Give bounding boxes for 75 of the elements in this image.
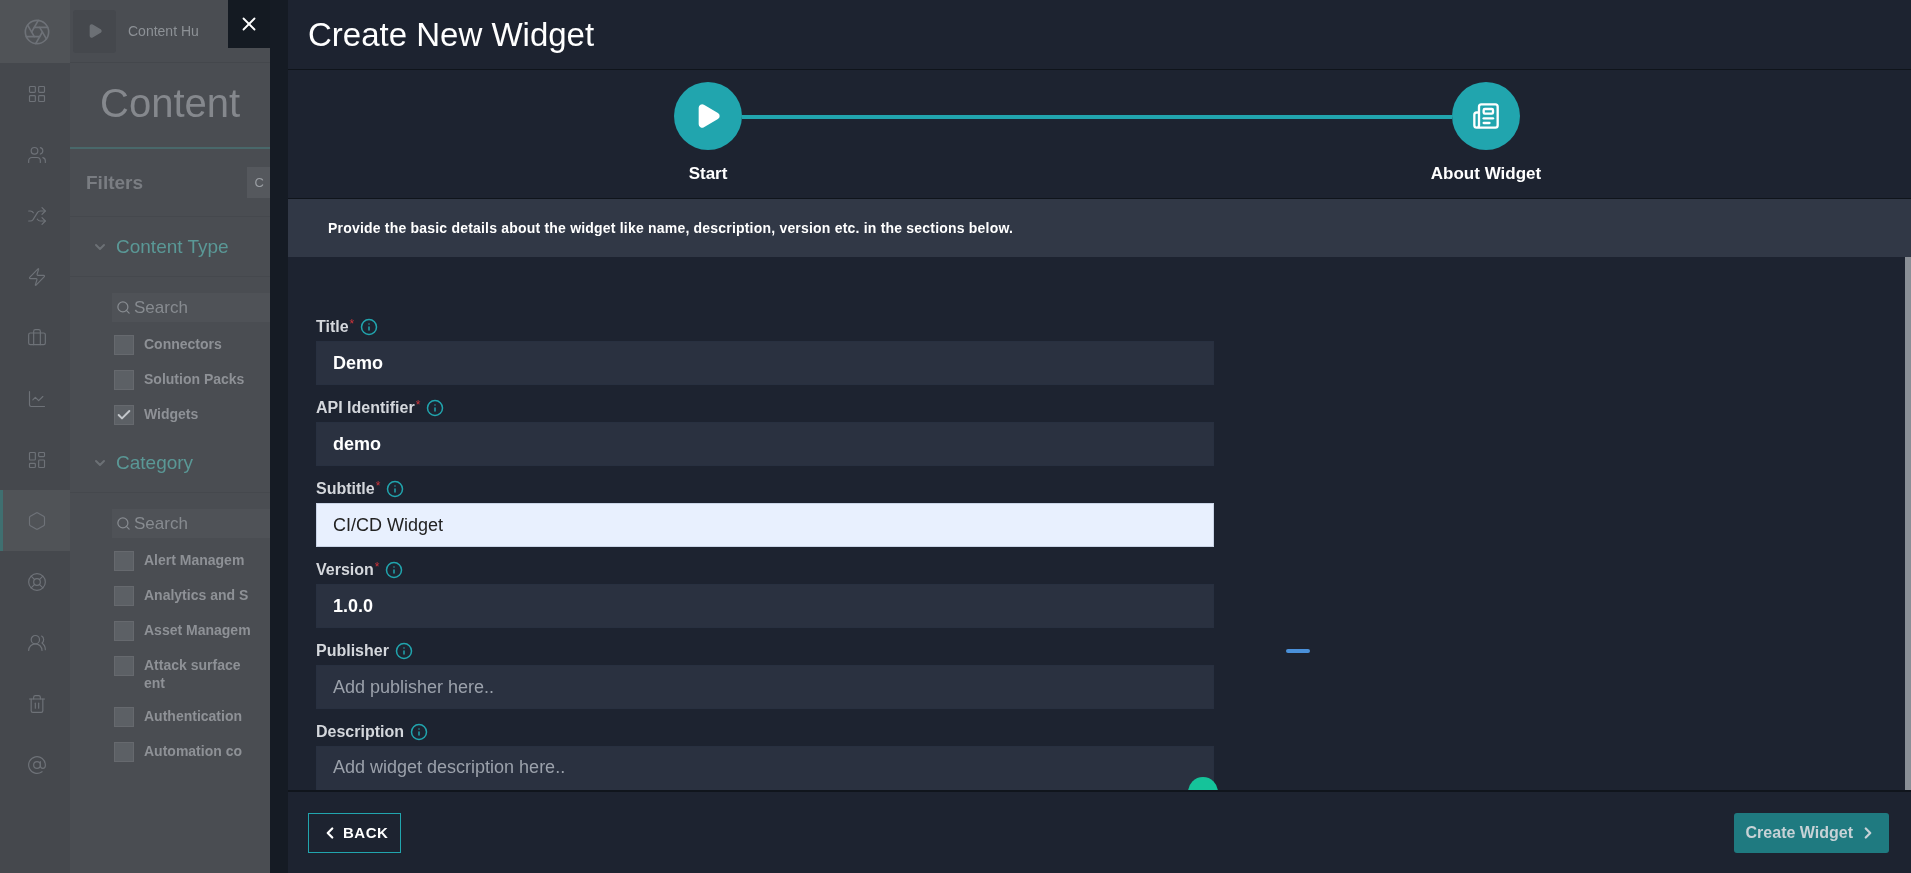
description-field[interactable]: Add widget description here.. <box>316 746 1214 790</box>
clear-button[interactable]: C <box>246 167 270 198</box>
expand-button[interactable] <box>73 9 116 53</box>
step-label: About Widget <box>1430 164 1542 184</box>
briefcase-icon <box>26 327 47 348</box>
create-widget-button[interactable]: Create Widget <box>1733 812 1889 853</box>
checkbox[interactable] <box>114 335 134 355</box>
info-icon[interactable] <box>394 642 413 660</box>
option-label: Solution Packs <box>144 371 245 387</box>
field-label: Version <box>316 561 374 579</box>
input-field[interactable]: demo <box>316 422 1214 466</box>
option-label: ent <box>144 675 165 691</box>
option-label: Analytics and S <box>144 587 249 603</box>
chart-icon <box>26 388 47 409</box>
field-label: Publisher <box>316 642 389 660</box>
required-mark: * <box>375 479 381 493</box>
checkbox[interactable] <box>114 551 134 571</box>
form-icon <box>1472 102 1500 130</box>
checkbox[interactable] <box>114 621 134 641</box>
info-icon[interactable] <box>426 399 445 417</box>
lifebuoy-icon <box>26 571 47 592</box>
required-mark: * <box>374 560 380 574</box>
checkbox[interactable] <box>114 586 134 606</box>
input-field[interactable]: Add publisher here.. <box>316 665 1214 709</box>
checkbox[interactable] <box>114 370 134 390</box>
hexagon-icon <box>26 510 47 531</box>
info-icon[interactable] <box>360 318 379 336</box>
grid-icon <box>26 83 47 104</box>
option-label: Widgets <box>144 406 199 422</box>
loading-dash <box>1286 649 1310 653</box>
info-icon[interactable] <box>385 561 404 579</box>
checkbox[interactable] <box>114 742 134 762</box>
trash-icon <box>26 693 47 714</box>
checkbox[interactable] <box>114 405 134 425</box>
option-label: Asset Managem <box>144 622 251 638</box>
option-label: Authentication <box>144 708 242 724</box>
required-mark: * <box>415 398 421 412</box>
section-title: Category <box>116 451 194 474</box>
scrollbar[interactable] <box>1905 257 1911 790</box>
back-button[interactable]: BACK <box>308 812 402 853</box>
breadcrumb: Content Hu <box>128 23 199 39</box>
step-label: Start <box>688 164 728 184</box>
checkbox[interactable] <box>114 656 134 676</box>
option-label: Automation co <box>144 743 242 759</box>
bolt-icon <box>26 266 47 287</box>
info-icon[interactable] <box>386 480 405 498</box>
field-label: Description <box>316 723 404 741</box>
search-field[interactable]: Search <box>112 509 270 538</box>
logo-icon <box>22 17 51 46</box>
shuffle-icon <box>26 205 47 226</box>
input-field[interactable]: CI/CD Widget <box>316 503 1214 547</box>
option-label: Alert Managem <box>144 552 245 568</box>
section-title: Content Type <box>116 235 229 258</box>
checkbox[interactable] <box>114 707 134 727</box>
close-button[interactable] <box>228 0 270 48</box>
search-icon <box>116 300 131 315</box>
apps-icon <box>26 449 47 470</box>
users-icon <box>26 632 47 653</box>
field-label: Subtitle <box>316 480 375 498</box>
input-field[interactable]: Demo <box>316 341 1214 385</box>
info-text: Provide the basic details about the widget like name, description, version etc. in the sections below. <box>328 220 1014 236</box>
field-label: Title <box>316 318 349 336</box>
at-sign-icon <box>26 754 47 775</box>
search-field[interactable]: Search <box>112 293 270 322</box>
option-label: Connectors <box>144 336 222 352</box>
option-label: Attack surface <box>144 657 241 673</box>
search-icon <box>116 516 131 531</box>
input-field[interactable]: 1.0.0 <box>316 584 1214 628</box>
group-icon <box>26 144 47 165</box>
info-icon[interactable] <box>410 723 428 741</box>
rail-item[interactable] <box>0 490 70 551</box>
dialog-title: Create New Widget <box>308 15 595 54</box>
required-mark: * <box>349 317 355 331</box>
rail-item[interactable] <box>0 0 70 63</box>
field-label: API Identifier <box>316 399 415 417</box>
